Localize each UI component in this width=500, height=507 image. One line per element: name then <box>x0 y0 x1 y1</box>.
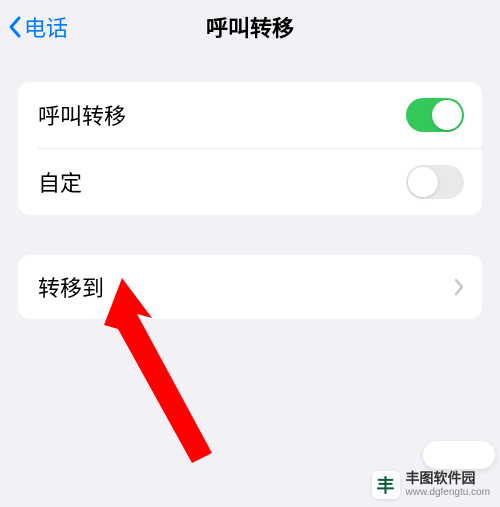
watermark-url: www.dgfengtu.com <box>406 487 491 499</box>
custom-toggle[interactable] <box>406 165 464 199</box>
nav-header: 电话 呼叫转移 <box>0 0 500 54</box>
watermark-text: 丰图软件园 www.dgfengtu.com <box>406 470 491 499</box>
page-title: 呼叫转移 <box>206 11 294 43</box>
watermark-bubble <box>423 441 495 469</box>
settings-group-1: 呼叫转移 自定 <box>18 82 482 215</box>
toggle-knob <box>408 167 438 197</box>
forward-to-label: 转移到 <box>38 271 104 303</box>
custom-label: 自定 <box>38 166 82 198</box>
call-forwarding-row: 呼叫转移 <box>18 82 482 148</box>
watermark-title: 丰图软件园 <box>406 470 491 487</box>
chevron-right-icon <box>454 278 464 296</box>
call-forwarding-toggle[interactable] <box>406 98 464 132</box>
watermark: 丰 丰图软件园 www.dgfengtu.com <box>372 470 491 499</box>
call-forwarding-label: 呼叫转移 <box>38 99 126 131</box>
watermark-logo: 丰 <box>372 471 400 499</box>
custom-row: 自定 <box>18 149 482 215</box>
settings-group-2: 转移到 <box>18 255 482 319</box>
back-label: 电话 <box>24 11 68 43</box>
toggle-knob <box>432 100 462 130</box>
back-button[interactable]: 电话 <box>0 11 68 43</box>
chevron-left-icon <box>8 15 22 39</box>
forward-to-row[interactable]: 转移到 <box>18 255 482 319</box>
